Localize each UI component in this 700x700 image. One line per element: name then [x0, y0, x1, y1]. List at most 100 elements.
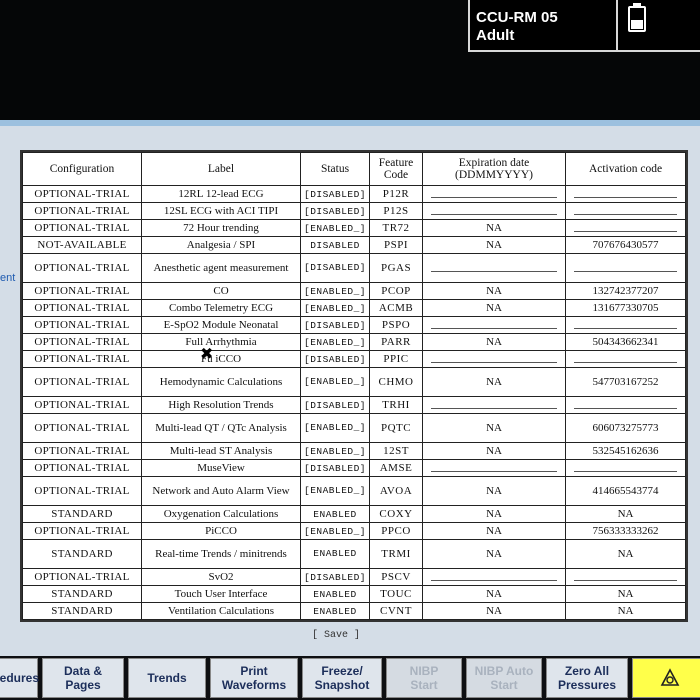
- activation-code-cell: 132742377207: [565, 282, 686, 300]
- status-cell: [ENABLED_]: [299, 333, 371, 351]
- feature-code-cell: PQTC: [369, 413, 424, 443]
- activation-code-cell: 707676430577: [565, 236, 686, 254]
- table-row[interactable]: OPTIONAL-TRIAL CO [ENABLED_] PCOP NA 13274237…: [22, 282, 686, 300]
- header-expiration-date: Expiration date (DDMMYYYY): [422, 152, 567, 186]
- status-cell: [ENABLED_]: [299, 442, 371, 460]
- expiration-date-cell[interactable]: [422, 350, 567, 368]
- activation-code-cell[interactable]: [565, 459, 686, 477]
- table-row[interactable]: OPTIONAL-TRIAL Multi-lead ST Analysis [ENA…: [22, 442, 686, 460]
- activation-code-cell[interactable]: [565, 253, 686, 283]
- configuration-cell: OPTIONAL-TRIAL: [22, 476, 142, 506]
- feature-code-cell: PSPI: [369, 236, 424, 254]
- table-row[interactable]: OPTIONAL-TRIAL Multi-lead QT / QTc Analys…: [22, 413, 686, 443]
- save-button[interactable]: [ Save ]: [312, 630, 360, 641]
- activation-code-cell[interactable]: [565, 568, 686, 586]
- table-row[interactable]: OPTIONAL-TRIAL 12SL ECG with ACI TIPI [DIS…: [22, 202, 686, 220]
- side-menu-link[interactable]: ent: [0, 272, 15, 284]
- table-row[interactable]: NOT-AVAILABLE Analgesia / SPI DISABLED PSPI…: [22, 236, 686, 254]
- status-cell: [DISABLED]: [299, 568, 371, 586]
- expiration-date-cell[interactable]: [422, 316, 567, 334]
- table-row[interactable]: OPTIONAL-TRIAL Combo Telemetry ECG [ENABLE…: [22, 299, 686, 317]
- expiration-date-cell: NA: [422, 505, 567, 523]
- blank-entry-line: [431, 399, 558, 409]
- configuration-cell: OPTIONAL-TRIAL: [22, 299, 142, 317]
- table-row[interactable]: OPTIONAL-TRIAL Full Arrhythmia [ENABLED_] P…: [22, 333, 686, 351]
- activation-code-cell[interactable]: [565, 219, 686, 237]
- expiration-date-cell[interactable]: [422, 185, 567, 203]
- configuration-cell: STANDARD: [22, 539, 142, 569]
- feature-table-container: Configuration Label Status Feature Code …: [20, 150, 688, 622]
- label-cell: Fu iCCO: [141, 350, 301, 368]
- expiration-date-cell[interactable]: [422, 396, 567, 414]
- table-row[interactable]: STANDARD Real-time Trends / minitrends ENA…: [22, 539, 686, 569]
- configuration-cell: STANDARD: [22, 505, 142, 523]
- table-row[interactable]: OPTIONAL-TRIAL MuseView [DISABLED] AMSE: [22, 459, 686, 477]
- activation-code-cell[interactable]: [565, 202, 686, 220]
- activation-code-cell[interactable]: [565, 316, 686, 334]
- table-row[interactable]: OPTIONAL-TRIAL High Resolution Trends [DIS…: [22, 396, 686, 414]
- table-row[interactable]: STANDARD Touch User Interface ENABLED TOUC N…: [22, 585, 686, 603]
- patient-info-box[interactable]: CCU-RM 05 Adult: [468, 0, 700, 52]
- feature-code-cell: AVOA: [369, 476, 424, 506]
- table-row[interactable]: OPTIONAL-TRIAL PiCCO [ENABLED_] PPCO NA 75633…: [22, 522, 686, 540]
- feature-code-cell: TRHI: [369, 396, 424, 414]
- zero-all-pressures-button[interactable]: Zero All Pressures: [546, 658, 628, 698]
- blank-entry-line: [574, 571, 677, 581]
- trends-button[interactable]: Trends: [128, 658, 206, 698]
- status-cell: ENABLED: [299, 505, 371, 523]
- status-cell: [ENABLED_]: [299, 476, 371, 506]
- activation-code-cell: 504343662341: [565, 333, 686, 351]
- status-cell: ENABLED: [299, 585, 371, 603]
- label-cell: Network and Auto Alarm View: [141, 476, 301, 506]
- alarm-silence-button[interactable]: [632, 658, 700, 698]
- label-cell: 72 Hour trending: [141, 219, 301, 237]
- data-pages-button[interactable]: Data & Pages: [42, 658, 124, 698]
- status-cell: DISABLED: [299, 236, 371, 254]
- configuration-cell: OPTIONAL-TRIAL: [22, 185, 142, 203]
- expiration-date-cell: NA: [422, 602, 567, 620]
- table-row[interactable]: OPTIONAL-TRIAL E-SpO2 Module Neonatal [DIS…: [22, 316, 686, 334]
- patient-type-label: Adult: [476, 27, 515, 44]
- feature-code-cell: TRMI: [369, 539, 424, 569]
- expiration-date-cell: NA: [422, 522, 567, 540]
- table-row[interactable]: STANDARD Oxygenation Calculations ENABLED C…: [22, 505, 686, 523]
- header-label: Label: [141, 152, 301, 186]
- table-row[interactable]: OPTIONAL-TRIAL Network and Auto Alarm Vie…: [22, 476, 686, 506]
- status-cell: [ENABLED_]: [299, 522, 371, 540]
- table-row[interactable]: OPTIONAL-TRIAL Hemodynamic Calculations [E…: [22, 367, 686, 397]
- configuration-cell: OPTIONAL-TRIAL: [22, 202, 142, 220]
- feature-code-cell: PCOP: [369, 282, 424, 300]
- print-waveforms-button[interactable]: Print Waveforms: [210, 658, 298, 698]
- activation-code-cell: 547703167252: [565, 367, 686, 397]
- table-row[interactable]: OPTIONAL-TRIAL Anesthetic agent measureme…: [22, 253, 686, 283]
- battery-icon: [628, 3, 646, 32]
- procedures-button[interactable]: cedures: [0, 658, 39, 698]
- activation-code-cell[interactable]: [565, 396, 686, 414]
- feature-code-cell: 12ST: [369, 442, 424, 460]
- configuration-cell: OPTIONAL-TRIAL: [22, 367, 142, 397]
- feature-code-cell: CVNT: [369, 602, 424, 620]
- expiration-date-cell[interactable]: [422, 253, 567, 283]
- expiration-date-cell[interactable]: [422, 568, 567, 586]
- label-cell: Ventilation Calculations: [141, 602, 301, 620]
- feature-code-cell: PGAS: [369, 253, 424, 283]
- table-row[interactable]: OPTIONAL-TRIAL SvO2 [DISABLED] PSCV: [22, 568, 686, 586]
- blank-entry-line: [431, 462, 558, 472]
- expiration-date-cell: NA: [422, 585, 567, 603]
- table-row[interactable]: OPTIONAL-TRIAL 12RL 12-lead ECG [DISABLED]…: [22, 185, 686, 203]
- nibp-start-button[interactable]: NIBP Start: [386, 658, 462, 698]
- activation-code-cell[interactable]: [565, 185, 686, 203]
- freeze-snapshot-button[interactable]: Freeze/ Snapshot: [302, 658, 382, 698]
- table-row[interactable]: OPTIONAL-TRIAL 72 Hour trending [ENABLED_]…: [22, 219, 686, 237]
- activation-code-cell[interactable]: [565, 350, 686, 368]
- expiration-date-cell[interactable]: [422, 459, 567, 477]
- header-configuration: Configuration: [22, 152, 142, 186]
- expiration-date-cell[interactable]: [422, 202, 567, 220]
- nibp-auto-start-button[interactable]: NIBP Auto Start: [466, 658, 542, 698]
- status-cell: [DISABLED]: [299, 253, 371, 283]
- label-cell: Combo Telemetry ECG: [141, 299, 301, 317]
- configuration-cell: OPTIONAL-TRIAL: [22, 333, 142, 351]
- table-row[interactable]: STANDARD Ventilation Calculations ENABLED C…: [22, 602, 686, 620]
- status-cell: [DISABLED]: [299, 185, 371, 203]
- table-row[interactable]: OPTIONAL-TRIAL Fu iCCO [DISABLED] PPIC: [22, 350, 686, 368]
